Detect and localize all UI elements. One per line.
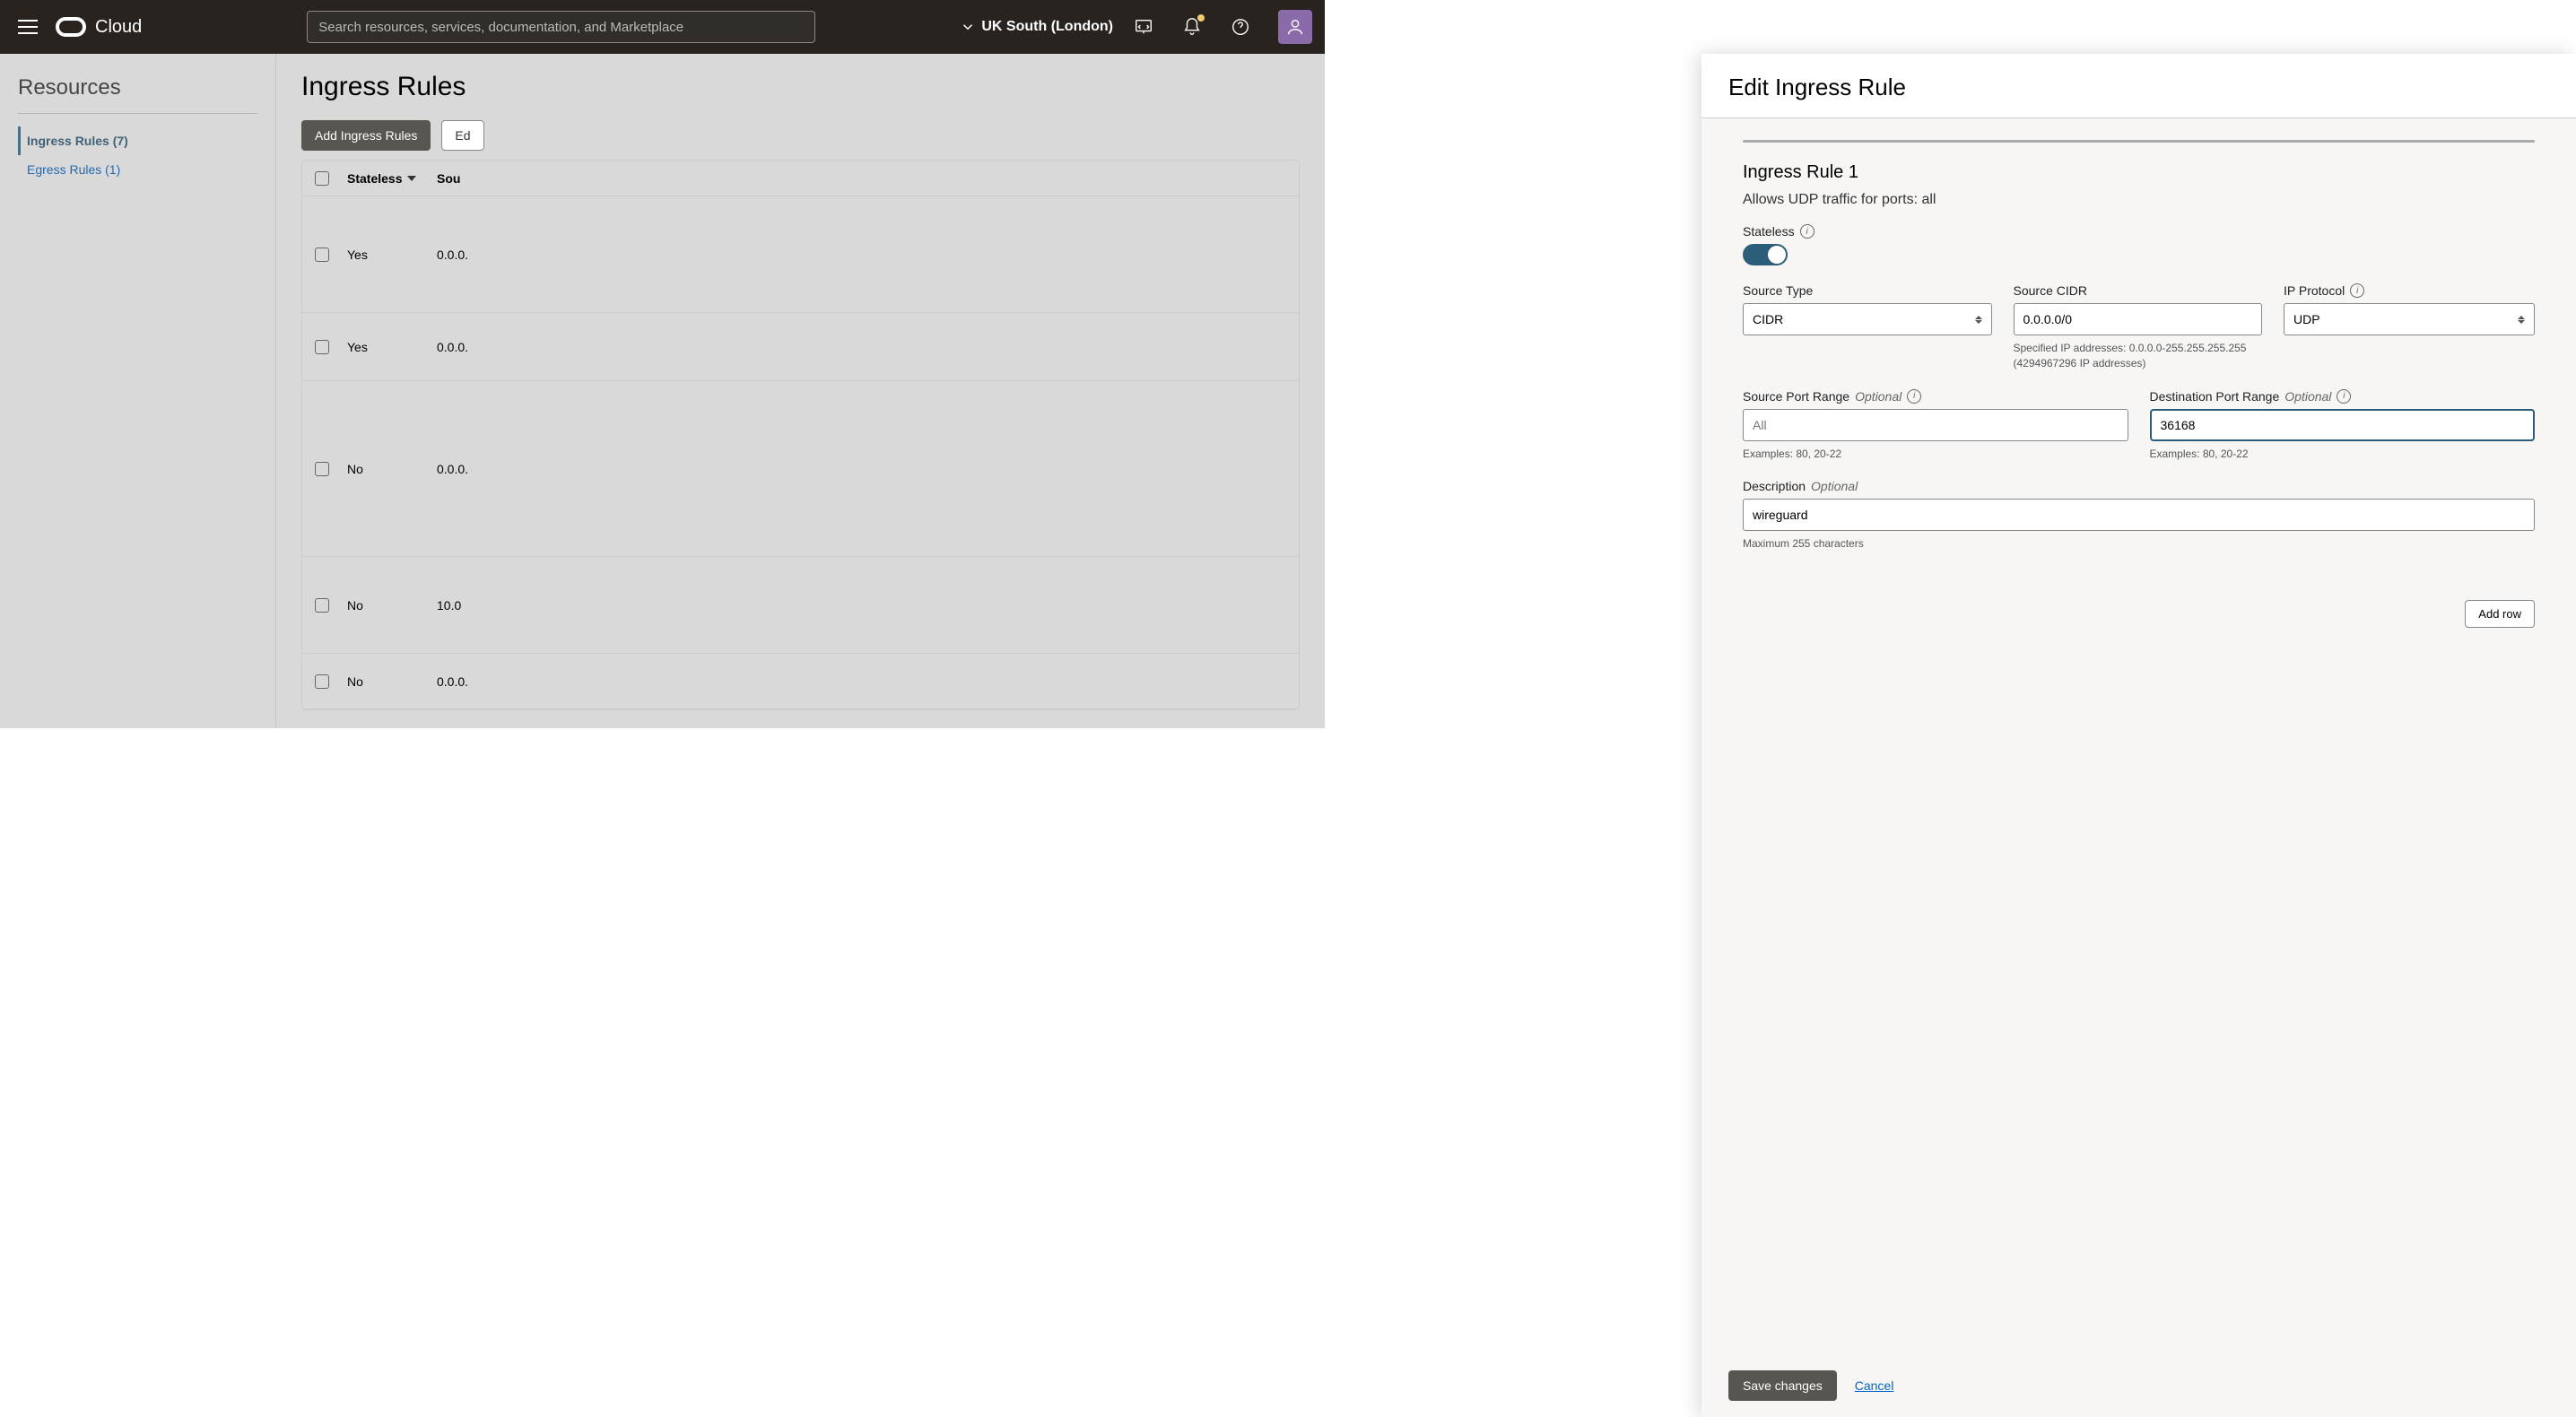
brand-logo[interactable]: Cloud — [56, 17, 142, 38]
oracle-logo-icon — [56, 17, 86, 37]
source-port-input[interactable] — [1743, 409, 2128, 441]
row-checkbox[interactable] — [315, 248, 329, 262]
select-caret-icon — [1975, 316, 1982, 324]
table-row[interactable]: No 0.0.0. — [302, 381, 1299, 557]
topbar: Cloud UK South (London) — [0, 0, 1325, 54]
source-cidr-input[interactable] — [2014, 303, 2263, 335]
user-avatar[interactable] — [1278, 10, 1312, 44]
description-helper: Maximum 255 characters — [1743, 536, 2535, 552]
edit-button-truncated[interactable]: Ed — [441, 120, 483, 151]
destination-port-label: Destination Port Range Optional i — [2150, 389, 2536, 404]
col-header-stateless[interactable]: Stateless — [347, 171, 437, 186]
rule-heading: Ingress Rule 1 — [1743, 162, 2535, 183]
select-all-checkbox[interactable] — [315, 171, 329, 186]
source-port-label: Source Port Range Optional i — [1743, 389, 2128, 404]
toggle-knob — [1768, 246, 1786, 264]
region-selector[interactable]: UK South (London) — [960, 19, 1113, 35]
notifications-icon[interactable] — [1181, 16, 1203, 38]
row-checkbox[interactable] — [315, 462, 329, 476]
add-ingress-rules-button[interactable]: Add Ingress Rules — [301, 120, 431, 151]
row-checkbox[interactable] — [315, 674, 329, 689]
select-caret-icon — [2518, 316, 2525, 324]
cancel-link[interactable]: Cancel — [1855, 1378, 1894, 1393]
menu-toggle[interactable] — [13, 12, 43, 42]
rule-description: Allows UDP traffic for ports: all — [1743, 192, 2535, 208]
source-type-select[interactable]: CIDR — [1743, 303, 1992, 335]
stateless-label: Stateless i — [1743, 224, 2535, 239]
sort-caret-icon — [407, 176, 416, 181]
panel-header: Edit Ingress Rule — [1701, 54, 2576, 117]
help-icon[interactable] — [1230, 16, 1251, 38]
search-wrap — [307, 11, 815, 43]
src-port-helper: Examples: 80, 20-22 — [1743, 447, 2128, 462]
main-layout: Resources Ingress Rules (7) Egress Rules… — [0, 54, 1325, 728]
description-input[interactable] — [1743, 499, 2535, 531]
col-header-source[interactable]: Sou — [437, 171, 1286, 186]
row-checkbox[interactable] — [315, 598, 329, 613]
table-row[interactable]: No 0.0.0. — [302, 654, 1299, 709]
dst-port-helper: Examples: 80, 20-22 — [2150, 447, 2536, 462]
info-icon[interactable]: i — [1907, 389, 1921, 404]
info-icon[interactable]: i — [2350, 283, 2364, 298]
brand-text: Cloud — [95, 17, 142, 38]
panel-title: Edit Ingress Rule — [1728, 74, 2549, 101]
cidr-helper: Specified IP addresses: 0.0.0.0-255.255.… — [2014, 341, 2263, 371]
stateless-toggle[interactable] — [1743, 244, 1788, 265]
table-row[interactable]: Yes 0.0.0. — [302, 196, 1299, 313]
source-cidr-label: Source CIDR — [2014, 283, 2263, 298]
table-header-row: Stateless Sou — [302, 161, 1299, 196]
save-changes-button[interactable]: Save changes — [1728, 1370, 1837, 1401]
source-type-label: Source Type — [1743, 283, 1992, 298]
ip-protocol-select[interactable]: UDP — [2284, 303, 2535, 335]
info-icon[interactable]: i — [2337, 389, 2351, 404]
region-label: UK South (London) — [981, 19, 1113, 35]
content-area: Ingress Rules Add Ingress Rules Ed State… — [276, 54, 1325, 728]
ip-protocol-label: IP Protocol i — [2284, 283, 2535, 298]
panel-footer: Save changes Cancel — [1701, 1353, 2576, 1417]
info-icon[interactable]: i — [1800, 224, 1815, 239]
row-checkbox[interactable] — [315, 340, 329, 354]
page-title: Ingress Rules — [301, 72, 1300, 102]
notification-dot — [1197, 14, 1205, 22]
rules-table: Stateless Sou Yes 0.0.0. Yes 0.0.0. No 0… — [301, 160, 1300, 710]
add-row-button[interactable]: Add row — [2465, 600, 2535, 628]
destination-port-input[interactable] — [2150, 409, 2536, 441]
panel-body: Ingress Rule 1 Allows UDP traffic for po… — [1701, 118, 2576, 1353]
description-label: Description Optional — [1743, 479, 2535, 493]
search-input[interactable] — [307, 11, 815, 43]
dev-tools-icon[interactable] — [1133, 16, 1154, 38]
edit-ingress-rule-panel: Edit Ingress Rule Ingress Rule 1 Allows … — [1701, 54, 2576, 1417]
table-row[interactable]: No 10.0 — [302, 557, 1299, 654]
progress-indicator — [1743, 140, 2535, 143]
table-row[interactable]: Yes 0.0.0. — [302, 313, 1299, 381]
